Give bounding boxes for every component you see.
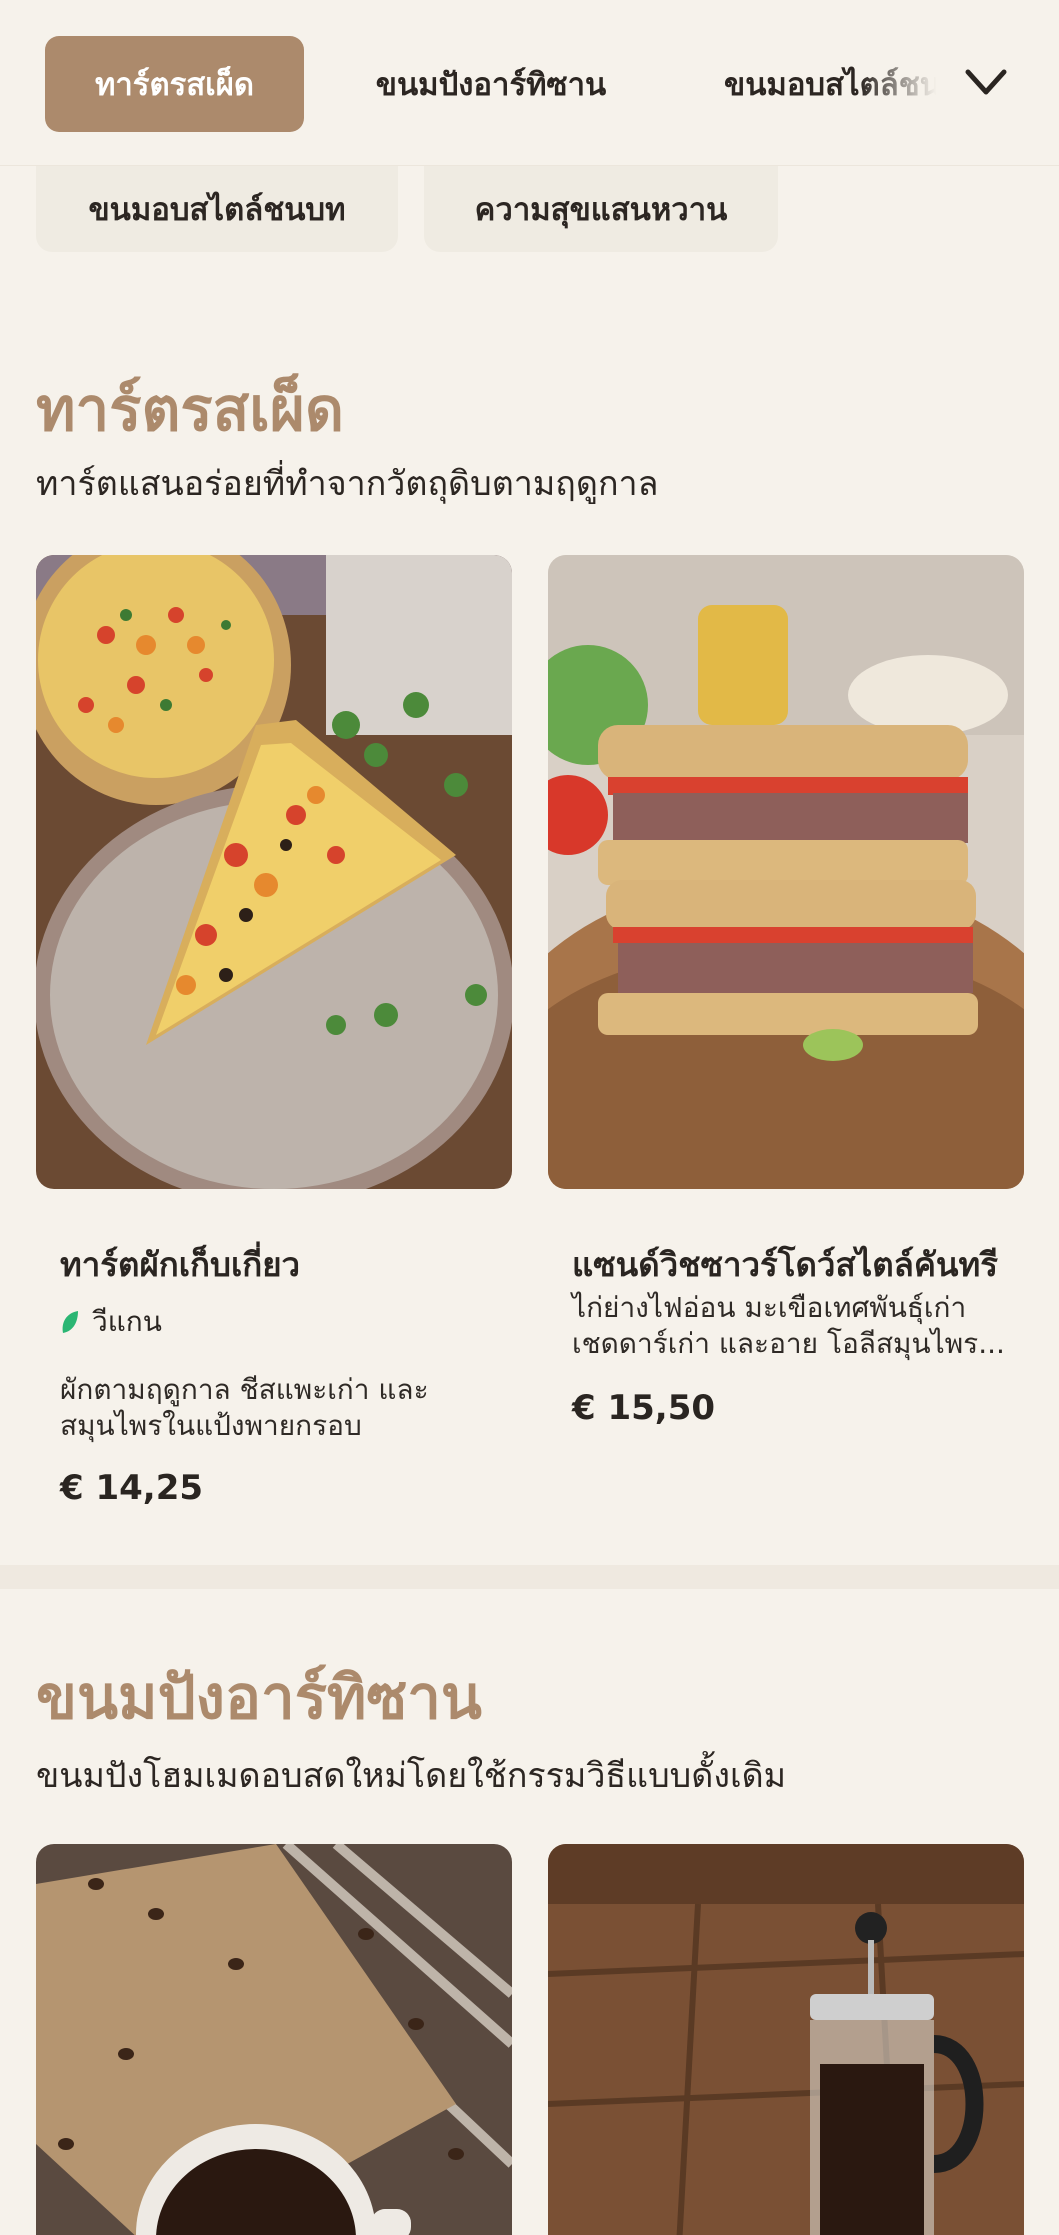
description-line: ไก่ย่างไฟอ่อน มะเขือเทศพันธุ์เก่า (572, 1291, 967, 1324)
section-title: ทาร์ตรสเผ็ด (36, 375, 344, 445)
description-line: ผักตามฤดูกาล ชีสแพะเก่า และ (60, 1373, 429, 1406)
coffee-cup-photo[interactable] (36, 1844, 512, 2235)
section-title: ขนมปังอาร์ทิซาน (36, 1663, 482, 1733)
item-name[interactable]: ทาร์ตผักเก็บเกี่ยว (60, 1238, 300, 1291)
badge-label: วีแกน (92, 1305, 162, 1338)
leaf-icon (62, 1311, 78, 1333)
category-nav: ทาร์ตรสเผ็ด ขนมปังอาร์ทิซาน ขนมอบสไตล์ชน… (0, 0, 1059, 166)
chevron-down-icon[interactable] (962, 62, 1010, 102)
section-divider (0, 1565, 1059, 1589)
tab-artisan-bread[interactable]: ขนมปังอาร์ทิซาน (346, 36, 636, 132)
section-subtitle: ทาร์ตแสนอร่อยที่ทำจากวัตถุดิบตามฤดูกาล (36, 464, 659, 504)
sandwich-photo[interactable] (548, 555, 1024, 1189)
fade-overlay (860, 36, 950, 132)
tart-photo[interactable] (36, 555, 512, 1189)
tab-savory-tarts[interactable]: ทาร์ตรสเผ็ด (45, 36, 304, 132)
chip-rustic-pastries[interactable]: ขนมอบสไตล์ชนบท (36, 166, 398, 252)
tab-rustic-pastries[interactable]: ขนมอบสไตล์ชนบท (700, 36, 950, 132)
description-line: สมุนไพรในแป้งพายกรอบ (60, 1409, 362, 1442)
section-subtitle: ขนมปังโฮมเมดอบสดใหม่โดยใช้กรรมวิธีแบบดั้… (36, 1756, 787, 1796)
chip-sweet-delights[interactable]: ความสุขแสนหวาน (424, 166, 778, 252)
vegan-badge: วีแกน (60, 1300, 162, 1344)
item-price: € 15,50 (572, 1388, 716, 1428)
item-price: € 14,25 (60, 1468, 204, 1508)
item-description: ผักตามฤดูกาล ชีสแพะเก่า และ สมุนไพรในแป้… (60, 1372, 429, 1444)
item-description: ไก่ย่างไฟอ่อน มะเขือเทศพันธุ์เก่า เชดดาร… (572, 1290, 1005, 1362)
description-line: เชดดาร์เก่า และอาย โอลีสมุนไพร... (572, 1327, 1005, 1360)
item-name[interactable]: แซนด์วิชซาวร์โดว์สไตล์คันทรี (572, 1238, 998, 1291)
french-press-photo[interactable] (548, 1844, 1024, 2235)
